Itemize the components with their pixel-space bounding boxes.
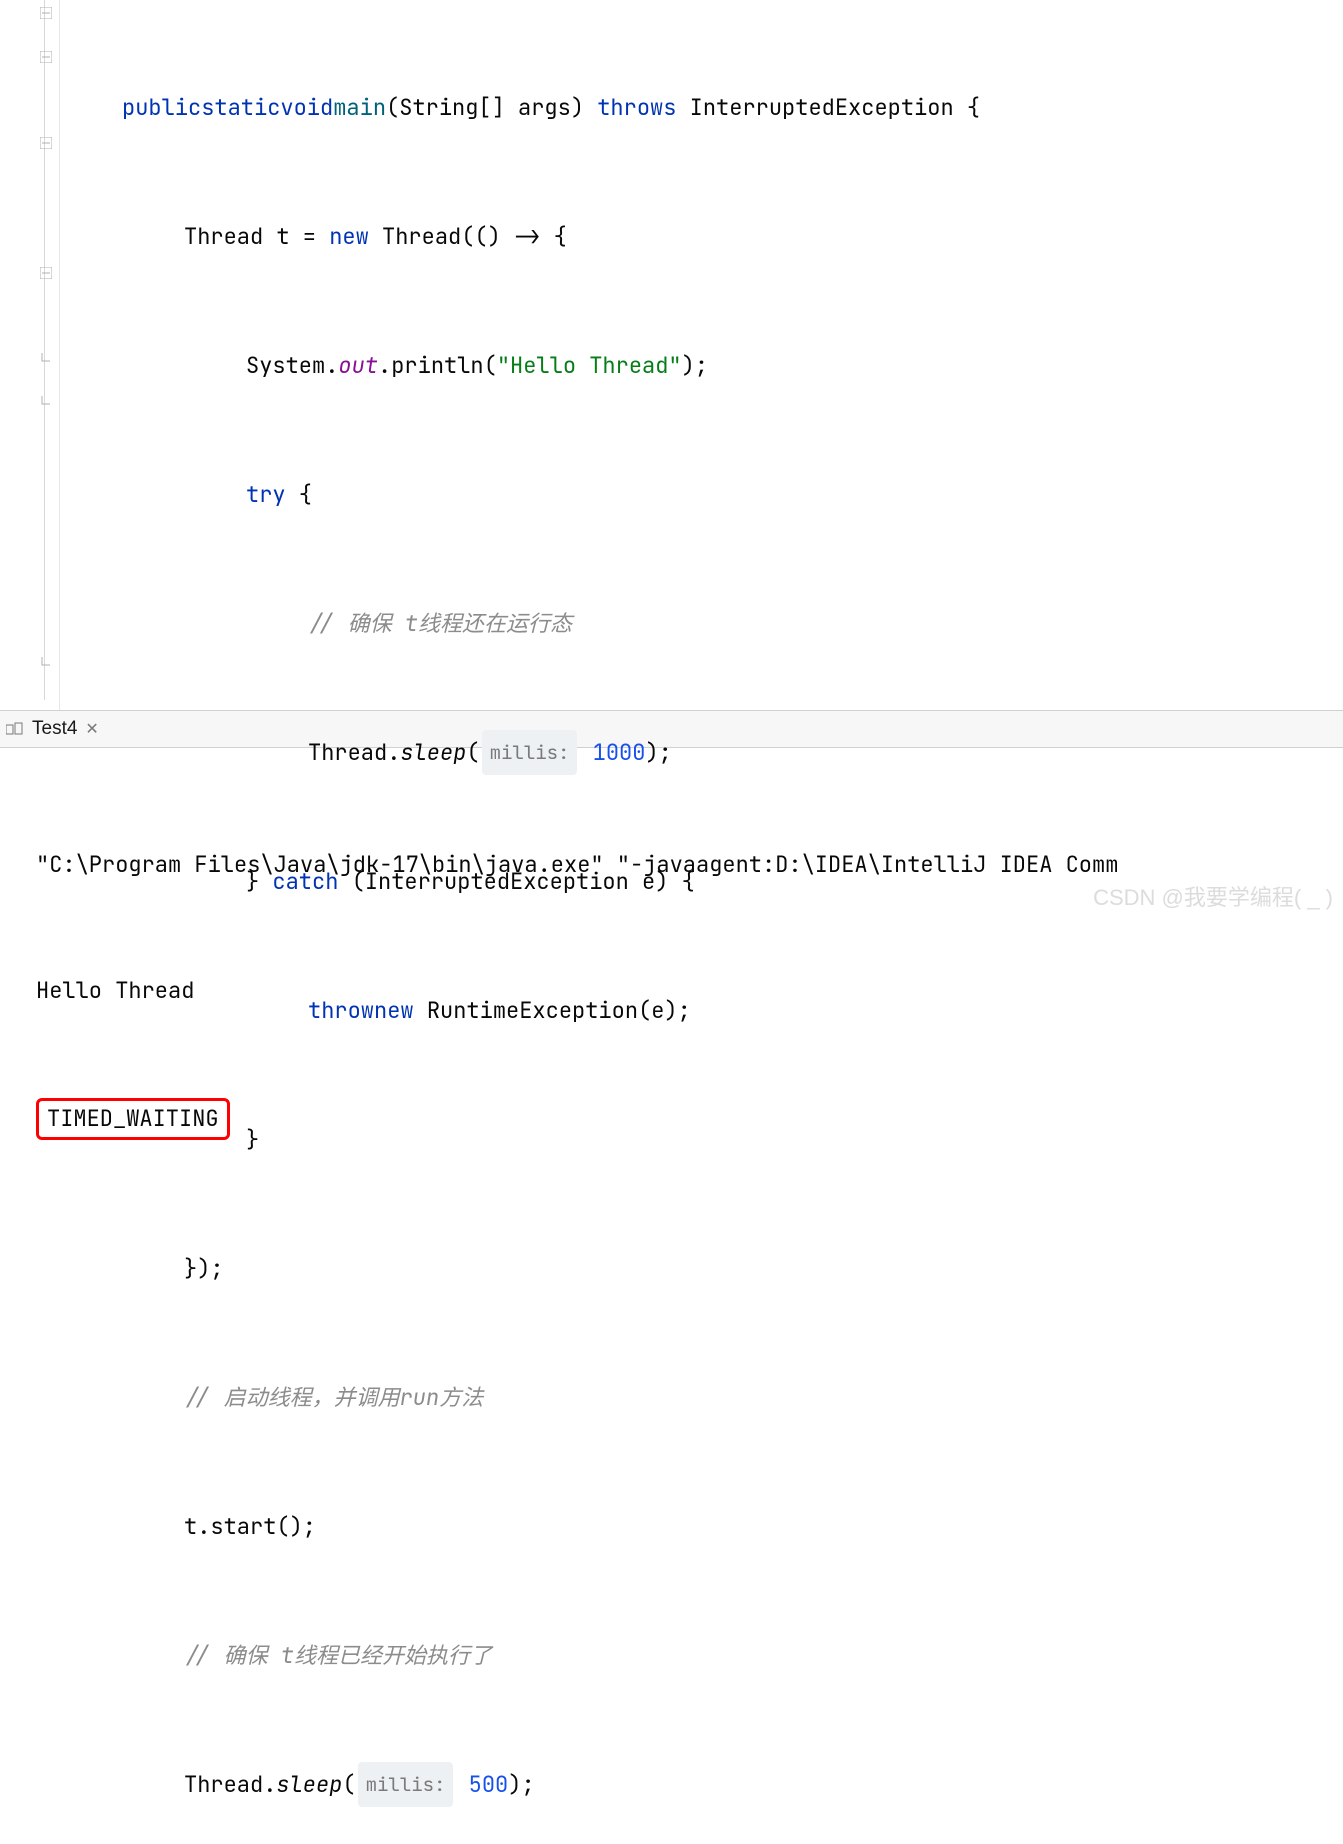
param-hint: millis:	[482, 730, 578, 775]
fold-minus-icon[interactable]	[38, 266, 54, 280]
fold-minus-icon[interactable]	[38, 50, 54, 64]
editor-area: public static void main(String[] args) t…	[0, 0, 1343, 710]
highlighted-output: TIMED_WAITING	[36, 1098, 230, 1140]
fold-end-icon[interactable]	[38, 350, 54, 364]
console-line: "C:\Program Files\Java\jdk-17\bin\java.e…	[36, 844, 1343, 886]
fold-end-icon[interactable]	[38, 393, 54, 407]
run-output-icon	[6, 722, 24, 736]
param-hint: millis:	[358, 1762, 454, 1807]
gutter	[0, 0, 60, 710]
close-icon[interactable]: ✕	[85, 719, 98, 739]
fold-end-icon[interactable]	[38, 654, 54, 668]
console-tab[interactable]: Test4	[32, 718, 77, 740]
fold-minus-icon[interactable]	[38, 136, 54, 150]
fold-minus-icon[interactable]	[38, 6, 54, 20]
code-content[interactable]: public static void main(String[] args) t…	[60, 0, 980, 710]
